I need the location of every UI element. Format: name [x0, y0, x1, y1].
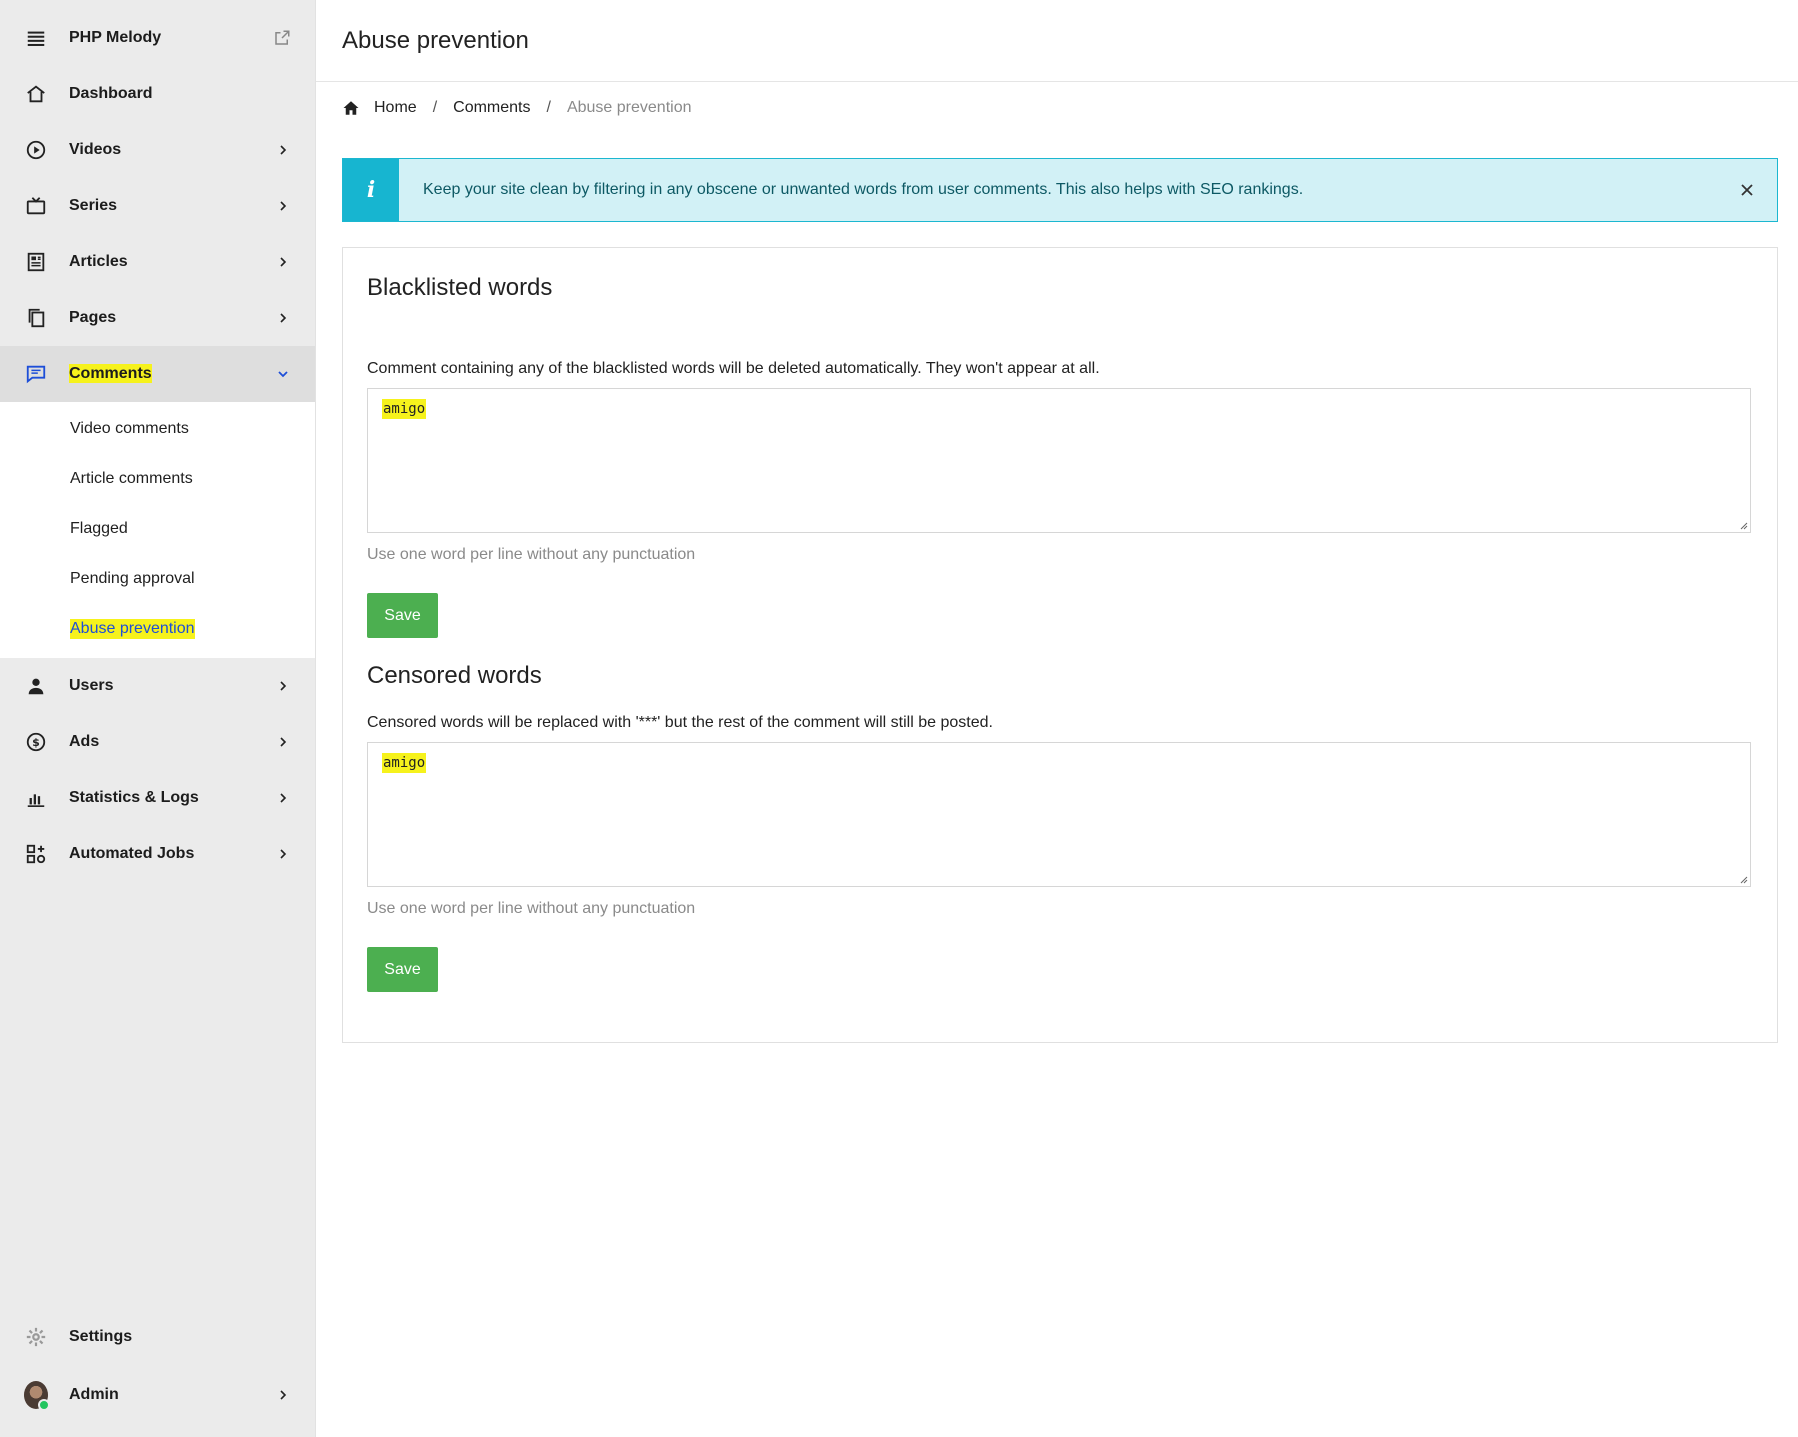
home-icon [24, 82, 48, 106]
chevron-down-icon [275, 366, 291, 382]
user-icon [24, 674, 48, 698]
censored-help: Use one word per line without any punctu… [367, 900, 696, 917]
chevron-right-icon [275, 310, 291, 326]
breadcrumb: Home / Comments / Abuse prevention [316, 82, 1798, 134]
sidebar-item-label: Articles [69, 253, 128, 270]
breadcrumb-home[interactable]: Home [374, 99, 417, 117]
censored-value: amigo [382, 753, 427, 773]
tv-icon [24, 194, 48, 218]
chevron-right-icon [275, 734, 291, 750]
breadcrumb-separator: / [546, 99, 551, 116]
sidebar-item-dashboard[interactable]: Dashboard [0, 66, 315, 122]
page-title: Abuse prevention [342, 26, 529, 54]
resize-handle-icon[interactable] [1738, 520, 1748, 530]
svg-text:$: $ [32, 736, 40, 749]
sidebar-item-label: Settings [69, 1328, 133, 1345]
submenu-article-comments[interactable]: Article comments [0, 454, 315, 504]
jobs-icon [24, 842, 48, 866]
sidebar-footer: Settings Admin [0, 1309, 315, 1437]
sidebar-item-ads[interactable]: $ Ads [0, 714, 315, 770]
censored-title: Censored words [367, 662, 542, 689]
newspaper-icon [24, 250, 48, 274]
sidebar-item-label: Ads [69, 733, 100, 750]
breadcrumb-separator: / [432, 99, 438, 116]
alert-text: Keep your site clean by filtering in any… [423, 181, 1304, 198]
sidebar-item-comments[interactable]: Comments [0, 346, 315, 402]
submenu-flagged[interactable]: Flagged [0, 504, 315, 554]
avatar [24, 1381, 50, 1411]
breadcrumb-comments[interactable]: Comments [453, 99, 530, 117]
blacklist-value: amigo [382, 399, 427, 419]
submenu-pending-approval[interactable]: Pending approval [0, 554, 315, 604]
submenu-abuse-prevention[interactable]: Abuse prevention [0, 604, 315, 654]
sidebar-item-videos[interactable]: Videos [0, 122, 315, 178]
sidebar-item-admin[interactable]: Admin [0, 1367, 315, 1423]
close-icon [1741, 184, 1753, 196]
chevron-right-icon [275, 198, 291, 214]
sidebar-item-automated-jobs[interactable]: Automated Jobs [0, 826, 315, 882]
info-alert: i Keep your site clean by filtering in a… [342, 158, 1778, 222]
page-header: Abuse prevention [316, 0, 1798, 82]
close-alert-button[interactable] [1717, 183, 1777, 197]
censored-description: Censored words will be replaced with '**… [367, 714, 993, 731]
sidebar-item-label: Videos [69, 141, 122, 158]
chevron-right-icon [275, 790, 291, 806]
gear-icon [24, 1325, 48, 1349]
bar-chart-icon [24, 786, 48, 810]
info-icon: i [343, 159, 399, 221]
app-window: PHP Melody Dashboard Videos Series Artic… [0, 0, 1798, 1437]
submenu-video-comments[interactable]: Video comments [0, 404, 315, 454]
sidebar-item-label: Dashboard [69, 85, 153, 102]
resize-handle-icon[interactable] [1738, 874, 1748, 884]
sidebar-item-pages[interactable]: Pages [0, 290, 315, 346]
breadcrumb-current: Abuse prevention [566, 99, 692, 116]
external-link-icon[interactable] [273, 29, 291, 47]
comments-label: Comments [69, 364, 152, 383]
play-circle-icon [24, 138, 48, 162]
abuse-prevention-card: Blacklisted words Comment containing any… [342, 247, 1778, 1043]
sidebar: PHP Melody Dashboard Videos Series Artic… [0, 0, 316, 1437]
sidebar-item-label: Pages [69, 309, 117, 326]
chevron-right-icon [275, 678, 291, 694]
sidebar-item-label: Admin [69, 1386, 119, 1403]
sidebar-item-label: Series [69, 197, 118, 214]
sidebar-item-settings[interactable]: Settings [0, 1309, 315, 1365]
save-censored-button[interactable]: Save [367, 947, 438, 992]
brand-name: PHP Melody [69, 29, 162, 46]
save-blacklist-button[interactable]: Save [367, 593, 438, 638]
blacklist-textarea[interactable]: amigo [367, 388, 1751, 533]
blacklist-title: Blacklisted words [367, 274, 553, 301]
chevron-right-icon [275, 142, 291, 158]
sidebar-item-label: Statistics & Logs [69, 789, 199, 806]
chevron-right-icon [275, 254, 291, 270]
abuse-prevention-label: Abuse prevention [70, 619, 195, 639]
sidebar-item-label: Users [69, 677, 114, 694]
pages-icon [24, 306, 48, 330]
comments-submenu: Video comments Article comments Flagged … [0, 402, 315, 658]
sidebar-brand[interactable]: PHP Melody [0, 10, 315, 66]
blacklist-help: Use one word per line without any punctu… [367, 546, 696, 563]
sidebar-item-users[interactable]: Users [0, 658, 315, 714]
blacklist-description: Comment containing any of the blackliste… [367, 360, 1100, 377]
chevron-right-icon [275, 846, 291, 862]
sidebar-item-statistics[interactable]: Statistics & Logs [0, 770, 315, 826]
sidebar-item-label: Comments [69, 364, 275, 383]
dollar-icon: $ [24, 730, 48, 754]
menu-icon[interactable] [24, 26, 48, 50]
home-icon[interactable] [342, 99, 374, 117]
sidebar-item-articles[interactable]: Articles [0, 234, 315, 290]
sidebar-item-series[interactable]: Series [0, 178, 315, 234]
chevron-right-icon [275, 1387, 291, 1403]
main-content: Abuse prevention Home / Comments / Abuse… [316, 0, 1798, 1437]
sidebar-item-label: Automated Jobs [69, 845, 195, 862]
censored-textarea[interactable]: amigo [367, 742, 1751, 887]
comment-icon [24, 362, 48, 386]
